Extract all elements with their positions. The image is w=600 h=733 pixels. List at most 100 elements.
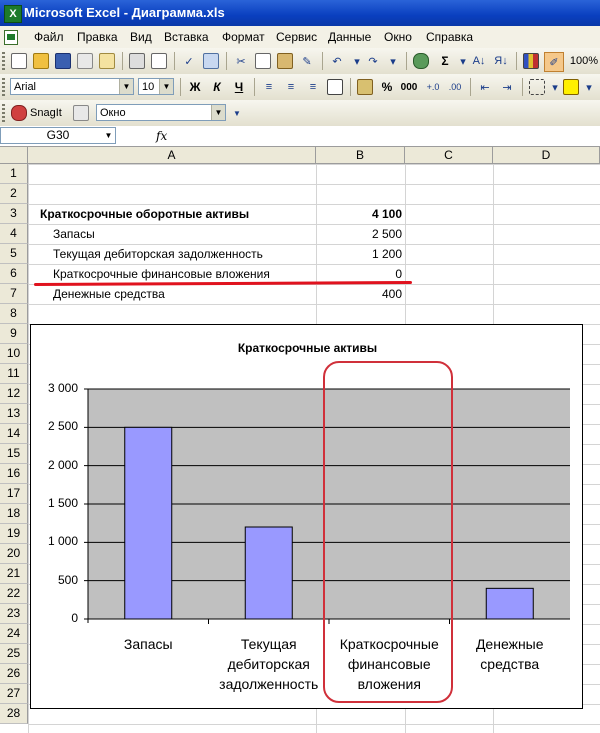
row-header-26[interactable]: 26: [0, 664, 28, 684]
bar[interactable]: [485, 587, 534, 620]
menu-insert[interactable]: Вставка: [164, 30, 209, 44]
decrease-decimal-icon[interactable]: .00: [446, 78, 464, 96]
row-header-28[interactable]: 28: [0, 704, 28, 724]
cell-b3[interactable]: 4 100: [316, 204, 402, 224]
font-name-combo[interactable]: Arial ▼: [10, 78, 134, 95]
autosum-icon[interactable]: Σ: [436, 52, 454, 70]
cut-icon[interactable]: ✂: [232, 52, 250, 70]
redo-icon[interactable]: ↷: [364, 52, 382, 70]
row-header-18[interactable]: 18: [0, 504, 28, 524]
borders-icon[interactable]: [528, 78, 546, 96]
cell-b4[interactable]: 2 500: [316, 224, 402, 244]
row-header-13[interactable]: 13: [0, 404, 28, 424]
thousands-separator-button[interactable]: 000: [400, 78, 418, 96]
save-icon[interactable]: [54, 52, 72, 70]
toolbar-grip[interactable]: [2, 104, 5, 122]
row-header-4[interactable]: 4: [0, 224, 28, 244]
align-center-icon[interactable]: ≡: [282, 78, 300, 96]
undo-icon[interactable]: ↶: [328, 52, 346, 70]
menu-data[interactable]: Данные: [328, 30, 371, 44]
sort-ascending-icon[interactable]: A↓: [470, 52, 488, 70]
increase-indent-icon[interactable]: ⇥: [498, 78, 516, 96]
copy-icon[interactable]: [254, 52, 272, 70]
row-header-16[interactable]: 16: [0, 464, 28, 484]
research-icon[interactable]: [202, 52, 220, 70]
row-header-27[interactable]: 27: [0, 684, 28, 704]
menu-view[interactable]: Вид: [130, 30, 152, 44]
align-right-icon[interactable]: ≡: [304, 78, 322, 96]
toolbar-grip[interactable]: [2, 52, 5, 70]
row-header-2[interactable]: 2: [0, 184, 28, 204]
row-header-19[interactable]: 19: [0, 524, 28, 544]
excel-app-icon[interactable]: X: [4, 5, 22, 23]
row-header-24[interactable]: 24: [0, 624, 28, 644]
cell-a5[interactable]: Текущая дебиторская задолженность: [53, 244, 263, 264]
percent-button[interactable]: %: [378, 78, 396, 96]
row-header-12[interactable]: 12: [0, 384, 28, 404]
row-header-8[interactable]: 8: [0, 304, 28, 324]
chevron-down-icon[interactable]: ▼: [159, 79, 173, 94]
row-header-14[interactable]: 14: [0, 424, 28, 444]
row-header-22[interactable]: 22: [0, 584, 28, 604]
fx-icon[interactable]: fx: [156, 129, 167, 143]
currency-icon[interactable]: [356, 78, 374, 96]
name-box[interactable]: G30 ▼: [0, 127, 116, 144]
cell-a7[interactable]: Денежные средства: [53, 284, 165, 304]
column-header-b[interactable]: B: [316, 147, 405, 164]
snagit-capture-icon[interactable]: [10, 104, 28, 122]
merge-center-icon[interactable]: [326, 78, 344, 96]
cell-b5[interactable]: 1 200: [316, 244, 402, 264]
bold-button[interactable]: Ж: [186, 78, 204, 96]
row-header-10[interactable]: 10: [0, 344, 28, 364]
row-header-15[interactable]: 15: [0, 444, 28, 464]
cell-a3[interactable]: Краткосрочные оборотные активы: [40, 204, 249, 224]
menu-file[interactable]: Файл: [34, 30, 64, 44]
row-header-11[interactable]: 11: [0, 364, 28, 384]
paste-icon[interactable]: [276, 52, 294, 70]
drawing-icon[interactable]: ✐: [544, 52, 564, 72]
increase-decimal-icon[interactable]: +.0: [424, 78, 442, 96]
spelling-icon[interactable]: ✓: [180, 52, 198, 70]
chart-wizard-icon[interactable]: [522, 52, 540, 70]
menu-help[interactable]: Справка: [426, 30, 473, 44]
menu-window[interactable]: Окно: [384, 30, 412, 44]
row-header-5[interactable]: 5: [0, 244, 28, 264]
row-header-17[interactable]: 17: [0, 484, 28, 504]
snagit-settings-icon[interactable]: [72, 104, 90, 122]
new-document-icon[interactable]: [10, 52, 28, 70]
bar[interactable]: [244, 526, 293, 620]
fill-color-dropdown-icon[interactable]: ▾: [580, 78, 598, 96]
align-left-icon[interactable]: ≡: [260, 78, 278, 96]
print-icon[interactable]: [128, 52, 146, 70]
row-header-25[interactable]: 25: [0, 644, 28, 664]
email-icon[interactable]: [98, 52, 116, 70]
redo-dropdown-icon[interactable]: ▾: [384, 52, 402, 70]
menu-edit[interactable]: Правка: [77, 30, 118, 44]
menu-format[interactable]: Формат: [222, 30, 265, 44]
row-header-3[interactable]: 3: [0, 204, 28, 224]
row-header-23[interactable]: 23: [0, 604, 28, 624]
column-header-d[interactable]: D: [493, 147, 600, 164]
hyperlink-icon[interactable]: [412, 52, 430, 70]
cell-b7[interactable]: 400: [316, 284, 402, 304]
chevron-down-icon[interactable]: ▼: [211, 105, 225, 120]
snagit-mode-combo[interactable]: Окно ▼: [96, 104, 226, 121]
embedded-chart[interactable]: Краткосрочные активы 0 500 1 000 1 500 2 000…: [30, 324, 583, 709]
row-header-1[interactable]: 1: [0, 164, 28, 184]
open-folder-icon[interactable]: [32, 52, 50, 70]
italic-button[interactable]: К: [208, 78, 226, 96]
row-header-21[interactable]: 21: [0, 564, 28, 584]
toolbar-grip[interactable]: [2, 78, 5, 96]
row-header-6[interactable]: 6: [0, 264, 28, 284]
decrease-indent-icon[interactable]: ⇤: [476, 78, 494, 96]
print-preview-icon[interactable]: [150, 52, 168, 70]
chart-title[interactable]: Краткосрочные активы: [31, 341, 584, 355]
permission-icon[interactable]: [76, 52, 94, 70]
row-header-20[interactable]: 20: [0, 544, 28, 564]
workbook-icon[interactable]: [4, 30, 18, 45]
row-header-9[interactable]: 9: [0, 324, 28, 344]
column-header-a[interactable]: A: [28, 147, 316, 164]
row-header-7[interactable]: 7: [0, 284, 28, 304]
bar[interactable]: [124, 426, 173, 620]
sort-descending-icon[interactable]: Я↓: [492, 52, 510, 70]
